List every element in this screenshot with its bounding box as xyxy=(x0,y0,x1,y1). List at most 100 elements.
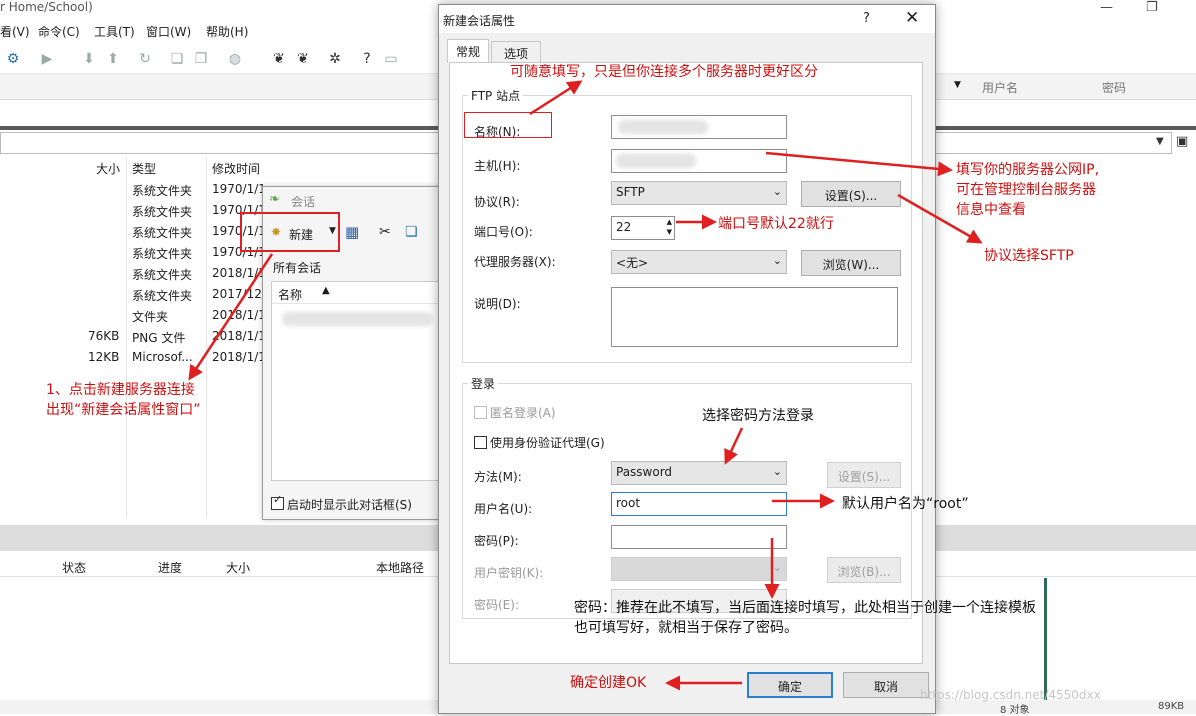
login-group-label: 登录 xyxy=(468,375,499,392)
annotation-host-3: 信息中查看 xyxy=(956,202,1026,218)
download-icon[interactable]: ⬇ xyxy=(80,50,98,68)
file-type: 系统文件夹 xyxy=(132,205,193,219)
ok-button[interactable]: 确定 xyxy=(747,672,833,698)
col-size[interactable]: 大小 xyxy=(96,160,120,177)
description-textarea[interactable] xyxy=(611,287,898,347)
file-size: 76KB xyxy=(88,329,120,343)
proxy-label: 代理服务器(X): xyxy=(474,255,556,269)
proxy-select[interactable]: <无> ⌄ xyxy=(611,250,787,274)
annotation-protocol: 协议选择SFTP xyxy=(984,248,1074,264)
annotation-name: 可随意填写，只是但你连接多个服务器时更好区分 xyxy=(510,64,818,80)
protocol-select[interactable]: SFTP ⌄ xyxy=(611,181,787,205)
name-field-highlight xyxy=(464,112,552,138)
blurred-name xyxy=(618,120,708,134)
port-label: 端口号(O): xyxy=(474,225,533,239)
app-title: r Home/School) xyxy=(0,0,93,14)
protocol-value: SFTP xyxy=(616,185,645,199)
annotation-new-1: 1、点击新建服务器连接 xyxy=(46,382,195,398)
protocol-settings-button[interactable]: 设置(S)... xyxy=(801,181,901,207)
file-type: 系统文件夹 xyxy=(132,268,193,282)
session-password-header: 密码 xyxy=(1102,81,1127,95)
upload-icon[interactable]: ⬆ xyxy=(104,50,122,68)
file-modified: 2018/1/1 xyxy=(212,308,266,322)
anonymous-label: 匿名登录(A) xyxy=(490,406,556,420)
show-on-startup-label: 启动时显示此对话框(S) xyxy=(287,498,412,512)
sessions-list[interactable]: 名称 ▲ xyxy=(271,281,461,481)
sessions-col-name[interactable]: 名称 xyxy=(278,286,302,303)
port-stepper-icon[interactable]: ▲ ▼ xyxy=(667,217,672,237)
file-type: PNG 文件 xyxy=(132,331,186,345)
auth-agent-label: 使用身份验证代理(G) xyxy=(490,436,605,450)
tab-options[interactable]: 选项 xyxy=(491,41,541,63)
port-value: 22 xyxy=(616,220,632,234)
menu-help[interactable]: 帮助(H) xyxy=(206,23,248,40)
close-icon[interactable]: ✕ xyxy=(905,8,919,28)
copy-session-icon[interactable]: ❏ xyxy=(405,224,418,240)
session-dropdown-icon[interactable]: ▼ xyxy=(954,80,961,90)
method-select[interactable]: Password ⌄ xyxy=(611,461,787,485)
cancel-button[interactable]: 取消 xyxy=(843,672,929,698)
menu-view[interactable]: 看(V) xyxy=(0,23,30,40)
play-icon[interactable]: ▶ xyxy=(38,50,56,68)
col-type[interactable]: 类型 xyxy=(132,160,156,177)
connect-icon[interactable]: ⚙ xyxy=(4,50,22,68)
status-size: 89KB xyxy=(1158,701,1185,712)
chevron-down-icon: ⌄ xyxy=(772,254,782,267)
chat-icon[interactable]: ▭ xyxy=(382,50,400,68)
dialog-title: 新建会话属性 xyxy=(443,14,516,28)
app-logo-icon[interactable]: ❦ xyxy=(270,50,288,68)
gear-icon[interactable]: ✲ xyxy=(326,50,344,68)
file-modified: 2018/1/1 xyxy=(212,350,266,364)
paste-icon[interactable]: ❐ xyxy=(192,50,210,68)
chevron-down-icon: ⌄ xyxy=(772,185,782,198)
minimize-icon[interactable]: — xyxy=(1100,0,1113,15)
refresh-icon[interactable]: ↻ xyxy=(136,50,154,68)
protocol-label: 协议(R): xyxy=(474,195,520,209)
cut-icon[interactable]: ✂ xyxy=(379,224,391,240)
sessions-title: 会话 xyxy=(291,195,316,209)
password-input[interactable] xyxy=(611,525,787,549)
file-modified: 2018/1/1 xyxy=(212,266,266,280)
queue-col-local-path[interactable]: 本地路径 xyxy=(376,559,424,576)
save-icon[interactable]: ▦ xyxy=(345,223,359,241)
method-value: Password xyxy=(616,465,673,479)
username-input[interactable]: root xyxy=(611,492,787,516)
dialog-help-button[interactable]: ? xyxy=(863,11,870,26)
port-input[interactable]: 22 ▲ ▼ xyxy=(611,216,675,240)
app-logo2-icon[interactable]: ❦ xyxy=(294,50,312,68)
help-icon[interactable]: ? xyxy=(358,50,376,68)
method-label: 方法(M): xyxy=(474,470,522,484)
file-modified: 1970/1/1 xyxy=(212,182,266,196)
blurred-session[interactable] xyxy=(282,312,432,326)
menu-window[interactable]: 窗口(W) xyxy=(146,23,191,40)
auth-agent-checkbox[interactable] xyxy=(474,436,487,449)
annotation-user: 默认用户名为“root” xyxy=(842,496,969,512)
tab-general[interactable]: 常规 xyxy=(447,39,489,63)
queue-col-progress[interactable]: 进度 xyxy=(158,559,182,576)
method-settings-button[interactable]: 设置(S)... xyxy=(827,462,901,488)
address-dropdown-icon[interactable]: ▼ xyxy=(1156,136,1164,147)
userkey-label: 用户密钥(K): xyxy=(474,566,544,580)
file-type: Microsof... xyxy=(132,350,193,364)
col-modified[interactable]: 修改时间 xyxy=(212,160,260,177)
queue-col-status[interactable]: 状态 xyxy=(62,559,86,576)
userkey-browse-button[interactable]: 浏览(B)... xyxy=(827,557,901,583)
host-input[interactable] xyxy=(611,149,787,173)
proxy-browse-button[interactable]: 浏览(W)... xyxy=(801,250,901,276)
queue-col-size[interactable]: 大小 xyxy=(226,559,250,576)
restore-icon[interactable]: ❐ xyxy=(1146,0,1158,15)
annotation-method: 选择密码方法登录 xyxy=(702,408,814,424)
globe-icon[interactable]: ◍ xyxy=(226,50,244,68)
check-mark-icon: ✓ xyxy=(273,493,283,506)
userkey-select[interactable]: ⌄ xyxy=(611,557,787,581)
menu-command[interactable]: 命令(C) xyxy=(38,23,80,40)
all-sessions-label-wrap: 所有会话 xyxy=(271,257,461,277)
name-input[interactable] xyxy=(611,115,787,139)
copy-icon[interactable]: ❏ xyxy=(168,50,186,68)
folder-icon[interactable]: ▣ xyxy=(1176,134,1188,149)
leaf-icon: ❧ xyxy=(269,192,280,207)
menu-tools[interactable]: 工具(T) xyxy=(94,23,135,40)
anonymous-checkbox[interactable] xyxy=(474,406,487,419)
all-sessions-label: 所有会话 xyxy=(273,261,322,275)
chevron-down-icon: ⌄ xyxy=(772,561,782,574)
